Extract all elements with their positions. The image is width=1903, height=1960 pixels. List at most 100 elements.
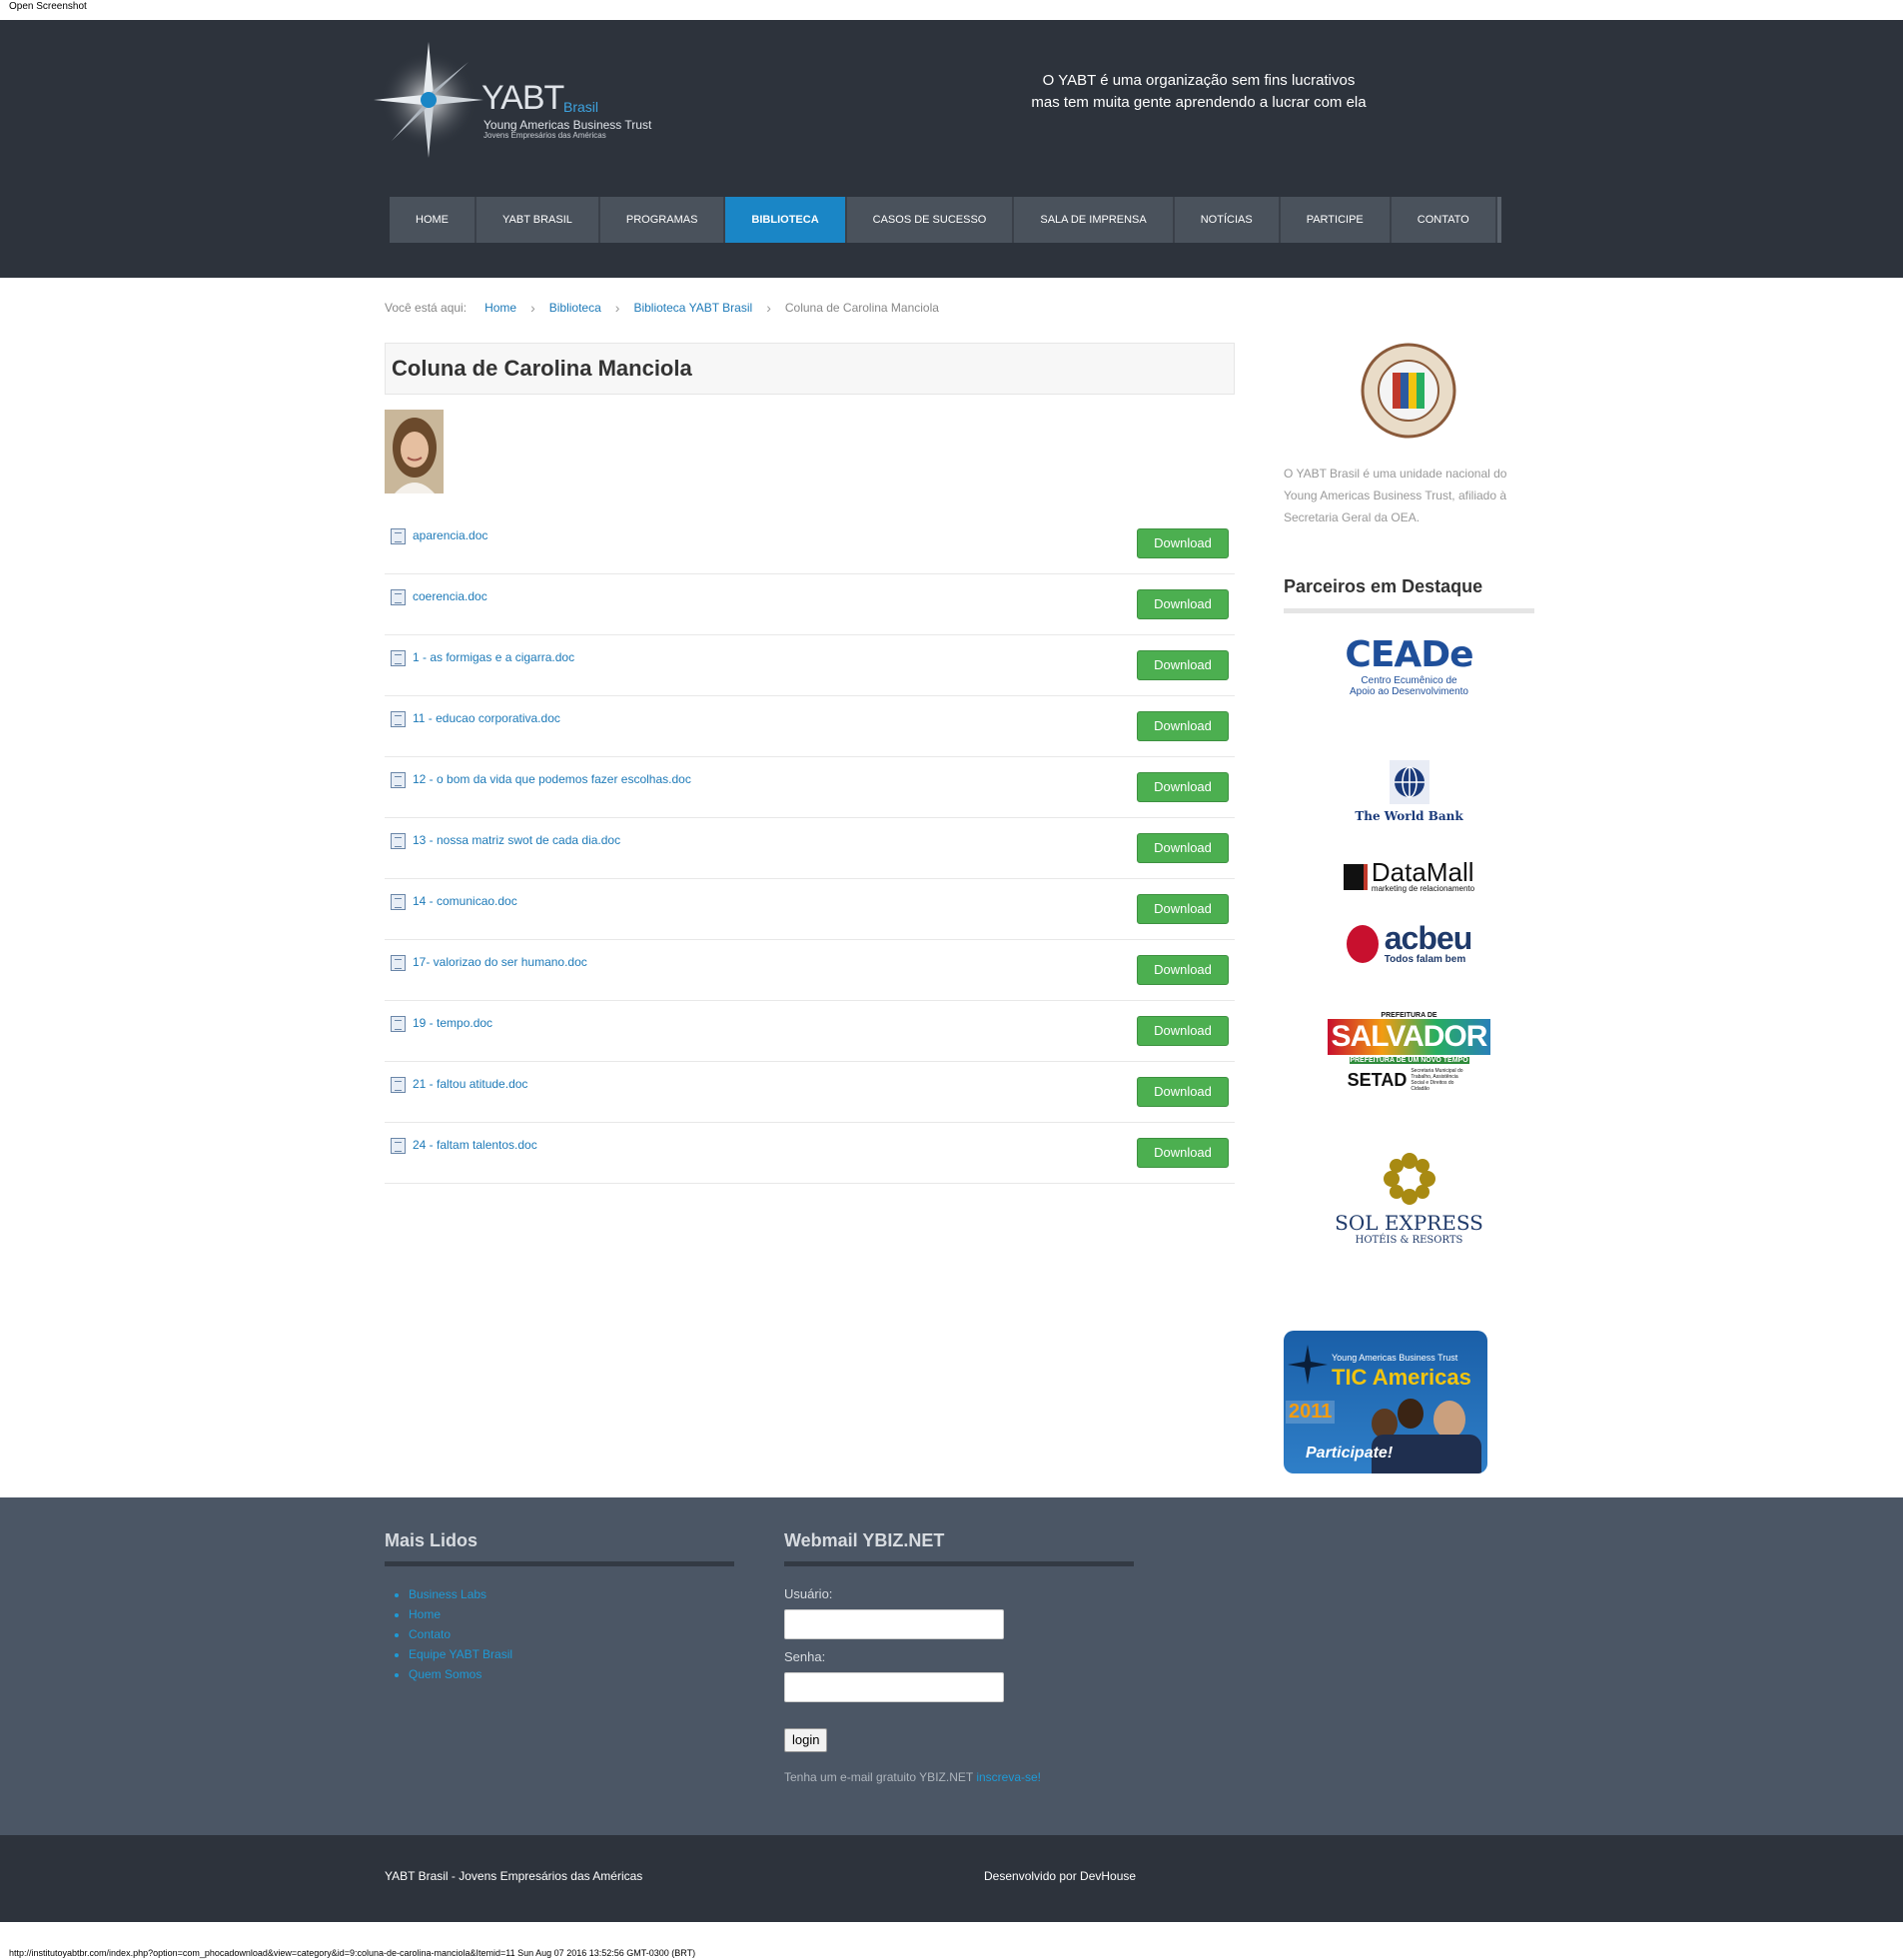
datamall-icon [1343,863,1368,890]
ceade-logo-text: CEADe [1345,634,1473,675]
download-button[interactable]: Download [1137,528,1229,558]
breadcrumb-biblioteca-yabt[interactable]: Biblioteca YABT Brasil [633,301,752,315]
yabt-logo[interactable]: YABT Brasil Young Americas Business Trus… [374,37,673,167]
list-item[interactable]: Home [409,1604,734,1624]
breadcrumb-biblioteca[interactable]: Biblioteca [549,301,601,315]
file-row: 17- valorizao do ser humano.doc Download [385,940,1235,1001]
document-icon [391,1138,406,1154]
download-button[interactable]: Download [1137,1138,1229,1168]
password-input[interactable] [784,1672,1004,1702]
footer: Mais Lidos Business Labs Home Contato Eq… [0,1497,1903,1835]
partner-ceade[interactable]: CEADe Centro Ecumênico de Apoio ao Desen… [1284,634,1534,697]
list-item[interactable]: Contato [409,1624,734,1644]
document-icon [391,528,406,544]
file-link[interactable]: 19 - tempo.doc [413,1016,492,1030]
download-button[interactable]: Download [1137,833,1229,863]
most-read-link[interactable]: Home [409,1607,441,1621]
breadcrumb: Você está aqui: Home › Biblioteca › Bibl… [385,300,939,316]
sol-express-text: SOL EXPRESS [1335,1211,1483,1235]
developer-credit[interactable]: Desenvolvido por DevHouse [984,1869,1136,1883]
page-title: Coluna de Carolina Manciola [392,356,692,381]
document-icon [391,955,406,971]
breadcrumb-current: Coluna de Carolina Manciola [784,301,939,315]
breadcrumb-home[interactable]: Home [484,301,516,315]
nav-home[interactable]: HOME [390,197,476,243]
nav-casos-de-sucesso[interactable]: CASOS DE SUCESSO [846,197,1015,243]
document-icon [391,589,406,605]
signup-link[interactable]: inscreva-se! [976,1770,1041,1784]
author-photo [385,410,444,493]
webmail-section: Webmail YBIZ.NET Usuário: Senha: login T… [784,1530,1134,1784]
nav-noticias[interactable]: NOTÍCIAS [1174,197,1281,243]
ceade-subtitle-1: Centro Ecumênico de [1361,675,1457,686]
nav-sala-de-imprensa[interactable]: SALA DE IMPRENSA [1014,197,1175,243]
nav-biblioteca[interactable]: BIBLIOTECA [725,197,847,243]
copyright-text: YABT Brasil - Jovens Empresários das Amé… [385,1869,643,1883]
oas-description: O YABT Brasil é uma unidade nacional do … [1284,467,1507,524]
file-link[interactable]: 1 - as formigas e a cigarra.doc [413,650,574,664]
most-read-link[interactable]: Equipe YABT Brasil [409,1647,512,1661]
document-icon [391,833,406,849]
webmail-title: Webmail YBIZ.NET [784,1530,945,1550]
file-link[interactable]: 12 - o bom da vida que podemos fazer esc… [413,772,691,786]
download-button[interactable]: Download [1137,711,1229,741]
sol-express-subtitle: HOTÉIS & RESORTS [1355,1235,1463,1246]
partner-datamall[interactable]: DataMall marketing de relacionamento [1284,859,1534,895]
file-row: 14 - comunicao.doc Download [385,879,1235,940]
partner-acbeu[interactable]: acbeu Todos falam bem [1284,922,1534,968]
site-header: YABT Brasil Young Americas Business Trus… [0,20,1903,278]
partner-salvador[interactable]: PREFEITURA DE SALVADOR PREFEITURA DE UM … [1284,1012,1534,1092]
download-button[interactable]: Download [1137,894,1229,924]
file-link[interactable]: 17- valorizao do ser humano.doc [413,955,587,969]
file-link[interactable]: coerencia.doc [413,589,487,603]
breadcrumb-prefix: Você está aqui: [385,301,468,315]
nav-contato[interactable]: CONTATO [1391,197,1497,243]
nav-yabt-brasil[interactable]: YABT BRASIL [476,197,600,243]
download-button[interactable]: Download [1137,772,1229,802]
ceade-subtitle-2: Apoio ao Desenvolvimento [1350,686,1468,697]
list-item[interactable]: Quem Somos [409,1664,734,1684]
file-row: 21 - faltou atitude.doc Download [385,1062,1235,1123]
document-icon [391,1016,406,1032]
most-read-link[interactable]: Contato [409,1627,451,1641]
file-row: 13 - nossa matriz swot de cada dia.doc D… [385,818,1235,879]
login-button[interactable]: login [784,1728,828,1752]
list-item[interactable]: Business Labs [409,1584,734,1604]
download-button[interactable]: Download [1137,650,1229,680]
browser-top-label: Open Screenshot [9,1,87,12]
username-input[interactable] [784,1609,1004,1639]
file-link[interactable]: 21 - faltou atitude.doc [413,1077,527,1091]
download-button[interactable]: Download [1137,1077,1229,1107]
partner-sol-express[interactable]: SOL EXPRESS HOTÉIS & RESORTS [1284,1152,1534,1246]
most-read-link[interactable]: Business Labs [409,1587,486,1601]
download-button[interactable]: Download [1137,955,1229,985]
file-link[interactable]: 11 - educao corporativa.doc [413,711,560,725]
divider [1284,608,1534,613]
datamall-subtitle: marketing de relacionamento [1371,884,1475,893]
salvador-text: SALVADOR [1327,1019,1491,1055]
file-row: aparencia.doc Download [385,513,1235,574]
file-link[interactable]: aparencia.doc [413,528,487,542]
tic-americas-banner[interactable]: Young Americas Business Trust TIC Americ… [1284,1331,1487,1473]
file-link[interactable]: 14 - comunicao.doc [413,894,517,908]
status-url: http://institutoyabtbr.com/index.php?opt… [9,1948,696,1958]
portrait-image [385,410,444,493]
most-read-link[interactable]: Quem Somos [409,1667,481,1681]
divider [784,1561,1134,1566]
most-read-list: Business Labs Home Contato Equipe YABT B… [385,1584,734,1684]
file-row: 11 - educao corporativa.doc Download [385,696,1235,757]
download-button[interactable]: Download [1137,589,1229,619]
globe-icon [1389,760,1429,804]
file-link[interactable]: 24 - faltam talentos.doc [413,1138,537,1152]
download-button[interactable]: Download [1137,1016,1229,1046]
file-list: aparencia.doc Download coerencia.doc Dow… [385,513,1235,1184]
nav-programas[interactable]: PROGRAMAS [599,197,726,243]
file-row: 12 - o bom da vida que podemos fazer esc… [385,757,1235,818]
nav-participe[interactable]: PARTICIPE [1280,197,1392,243]
partner-world-bank[interactable]: The World Bank [1284,760,1534,823]
file-link[interactable]: 13 - nossa matriz swot de cada dia.doc [413,833,620,847]
tagline-line-2: mas tem muita gente aprendendo a lucrar … [1031,94,1367,111]
salvador-top-text: PREFEITURA DE [1381,1012,1437,1019]
list-item[interactable]: Equipe YABT Brasil [409,1644,734,1664]
logo-name: YABT [481,79,564,117]
